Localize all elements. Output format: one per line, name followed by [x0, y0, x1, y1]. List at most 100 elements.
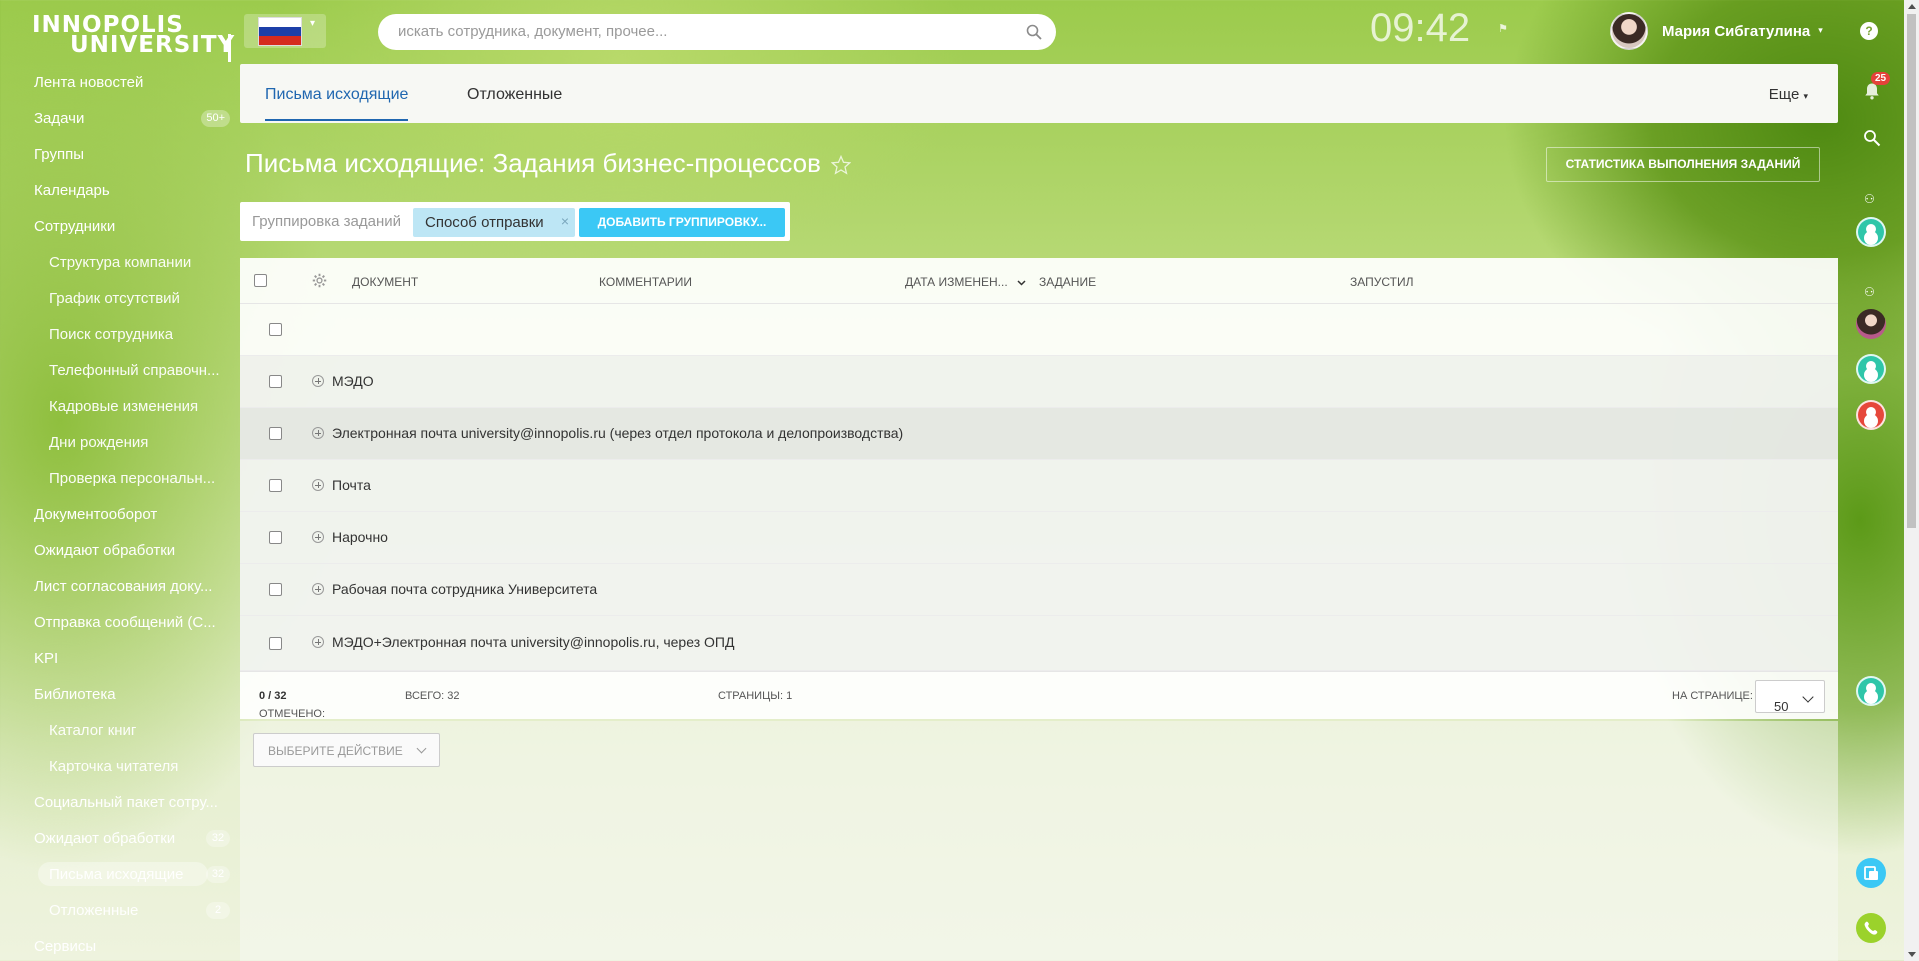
row-checkbox[interactable] [269, 479, 282, 492]
group-row[interactable]: Почта [240, 460, 1838, 512]
gear-icon[interactable] [312, 273, 327, 288]
more-menu[interactable]: Еще ▾ [1769, 86, 1808, 103]
user-menu[interactable]: Мария Сибгатулина ▾ [1610, 11, 1823, 51]
sidebar-item[interactable]: Сервисы [0, 928, 240, 961]
clock[interactable]: 09:42 [1370, 6, 1470, 51]
column-started-by[interactable]: ЗАПУСТИЛ [1350, 275, 1413, 289]
group-label: МЭДО [332, 373, 374, 389]
group-row[interactable]: Электронная почта university@innopolis.r… [240, 408, 1838, 460]
expand-group-icon[interactable] [312, 583, 324, 595]
search-box[interactable] [378, 14, 1056, 50]
column-date-label: ДАТА ИЗМЕНЕН... [905, 275, 1008, 289]
grouping-chip[interactable]: Способ отправки × [413, 208, 575, 237]
page-scrollbar[interactable] [1904, 0, 1919, 961]
sidebar-item[interactable]: Отправка сообщений (С... [0, 604, 240, 640]
sidebar-item[interactable]: Кадровые изменения [0, 388, 240, 424]
scrollbar-thumb[interactable] [1907, 14, 1916, 528]
row-checkbox[interactable] [269, 637, 282, 650]
user-avatar[interactable] [1856, 400, 1886, 430]
column-date-modified[interactable]: ДАТА ИЗМЕНЕН... [905, 275, 1026, 289]
sidebar-item[interactable]: KPI [0, 640, 240, 676]
tab-outgoing-letters[interactable]: Письма исходящие [265, 86, 409, 121]
sidebar-item-label: Дни рождения [49, 433, 149, 451]
column-document[interactable]: ДОКУМЕНТ [352, 275, 418, 289]
sidebar-item[interactable]: Социальный пакет сотру... [0, 784, 240, 820]
user-avatar[interactable] [1856, 354, 1886, 384]
sidebar-item[interactable]: Лист согласования доку... [0, 568, 240, 604]
tasks-grid: ДОКУМЕНТ КОММЕНТАРИИ ДАТА ИЗМЕНЕН... ЗАД… [240, 258, 1838, 720]
column-comments[interactable]: КОММЕНТАРИИ [599, 275, 692, 289]
sidebar-item[interactable]: График отсутствий [0, 280, 240, 316]
expand-group-icon[interactable] [312, 636, 324, 648]
action-select[interactable]: ВЫБЕРИТЕ ДЕЙСТВИЕ [253, 733, 440, 767]
group-row[interactable]: МЭДО [240, 356, 1838, 408]
sidebar-item[interactable]: Календарь [0, 172, 240, 208]
screen-share-icon[interactable] [1856, 858, 1886, 888]
row-checkbox[interactable] [269, 323, 282, 336]
language-switcher[interactable]: ▾ [244, 14, 326, 48]
sidebar-item[interactable]: Поиск сотрудника [0, 316, 240, 352]
expand-group-icon[interactable] [312, 531, 324, 543]
left-sidebar: Лента новостей Задачи 50+ Группы Календарь Со… [0, 64, 240, 961]
scroll-down-icon[interactable] [1908, 952, 1916, 957]
group-chat-icon[interactable]: ⚇ [1864, 192, 1878, 206]
user-avatar[interactable] [1856, 217, 1886, 247]
search-icon[interactable] [1026, 24, 1042, 40]
sidebar-item-label: Библиотека [34, 685, 116, 703]
sidebar-item[interactable]: Каталог книг [0, 712, 240, 748]
sidebar-item[interactable]: Дни рождения [0, 424, 240, 460]
sidebar-item[interactable]: Задачи 50+ [0, 100, 240, 136]
row-checkbox[interactable] [269, 375, 282, 388]
column-task[interactable]: ЗАДАНИЕ [1039, 275, 1096, 289]
logo-bar [228, 34, 231, 62]
sidebar-item[interactable]: Группы [0, 136, 240, 172]
sidebar-item[interactable]: Библиотека [0, 676, 240, 712]
flag-icon[interactable]: ⚑ [1498, 22, 1508, 35]
counter-badge: 32 [206, 866, 230, 883]
row-checkbox[interactable] [269, 427, 282, 440]
row-checkbox[interactable] [269, 531, 282, 544]
grid-header: ДОКУМЕНТ КОММЕНТАРИИ ДАТА ИЗМЕНЕН... ЗАД… [240, 258, 1838, 304]
user-name: Мария Сибгатулина [1662, 22, 1811, 40]
sidebar-item[interactable]: Ожидают обработки 32 [0, 820, 240, 856]
search-icon[interactable] [1863, 129, 1881, 147]
sidebar-item[interactable]: Сотрудники [0, 208, 240, 244]
page-count: СТРАНИЦЫ: 1 [718, 690, 793, 702]
user-avatar[interactable] [1856, 676, 1886, 706]
expand-group-icon[interactable] [312, 479, 324, 491]
per-page-select[interactable]: 50 [1755, 680, 1825, 714]
task-statistics-button[interactable]: СТАТИСТИКА ВЫПОЛНЕНИЯ ЗАДАНИЙ [1546, 147, 1820, 182]
phone-icon[interactable] [1856, 913, 1886, 943]
sidebar-item[interactable]: Проверка персональн... [0, 460, 240, 496]
favorite-star-icon[interactable] [831, 155, 851, 175]
search-input[interactable] [398, 23, 998, 40]
expand-group-icon[interactable] [312, 427, 324, 439]
sidebar-item[interactable]: Отложенные 2 [0, 892, 240, 928]
group-row[interactable]: Нарочно [240, 512, 1838, 564]
add-grouping-button[interactable]: ДОБАВИТЬ ГРУППИРОВКУ... [579, 208, 785, 237]
sidebar-item-label: Каталог книг [49, 721, 137, 739]
expand-group-icon[interactable] [312, 375, 324, 387]
sidebar-item[interactable]: Лента новостей [0, 64, 240, 100]
russia-flag-icon [258, 17, 302, 46]
user-avatar[interactable] [1856, 309, 1886, 339]
row-checkbox[interactable] [269, 583, 282, 596]
group-row[interactable]: МЭДО+Электронная почта university@innopo… [240, 616, 1838, 671]
sidebar-item[interactable]: Ожидают обработки [0, 532, 240, 568]
sidebar-item[interactable]: Документооборот [0, 496, 240, 532]
sidebar-item[interactable]: Телефонный справочн... [0, 352, 240, 388]
group-row[interactable]: Рабочая почта сотрудника Университета [240, 564, 1838, 616]
remove-grouping-icon[interactable]: × [561, 213, 569, 229]
sidebar-item[interactable]: Карточка читателя [0, 748, 240, 784]
tab-deferred[interactable]: Отложенные [467, 86, 562, 104]
sidebar-item[interactable]: Письма исходящие 32 [0, 856, 240, 892]
sidebar-item[interactable]: Структура компании [0, 244, 240, 280]
sidebar-item-label: Лента новостей [34, 73, 144, 91]
scroll-up-icon[interactable] [1908, 4, 1916, 9]
innopolis-logo[interactable]: INNOPOLIS UNIVERSITY [32, 12, 234, 62]
counter-badge: 32 [206, 830, 230, 847]
group-chat-icon[interactable]: ⚇ [1864, 285, 1878, 299]
sidebar-item-label: Телефонный справочн... [49, 361, 220, 379]
select-all-checkbox[interactable] [254, 274, 267, 287]
group-label: Рабочая почта сотрудника Университета [332, 581, 598, 597]
